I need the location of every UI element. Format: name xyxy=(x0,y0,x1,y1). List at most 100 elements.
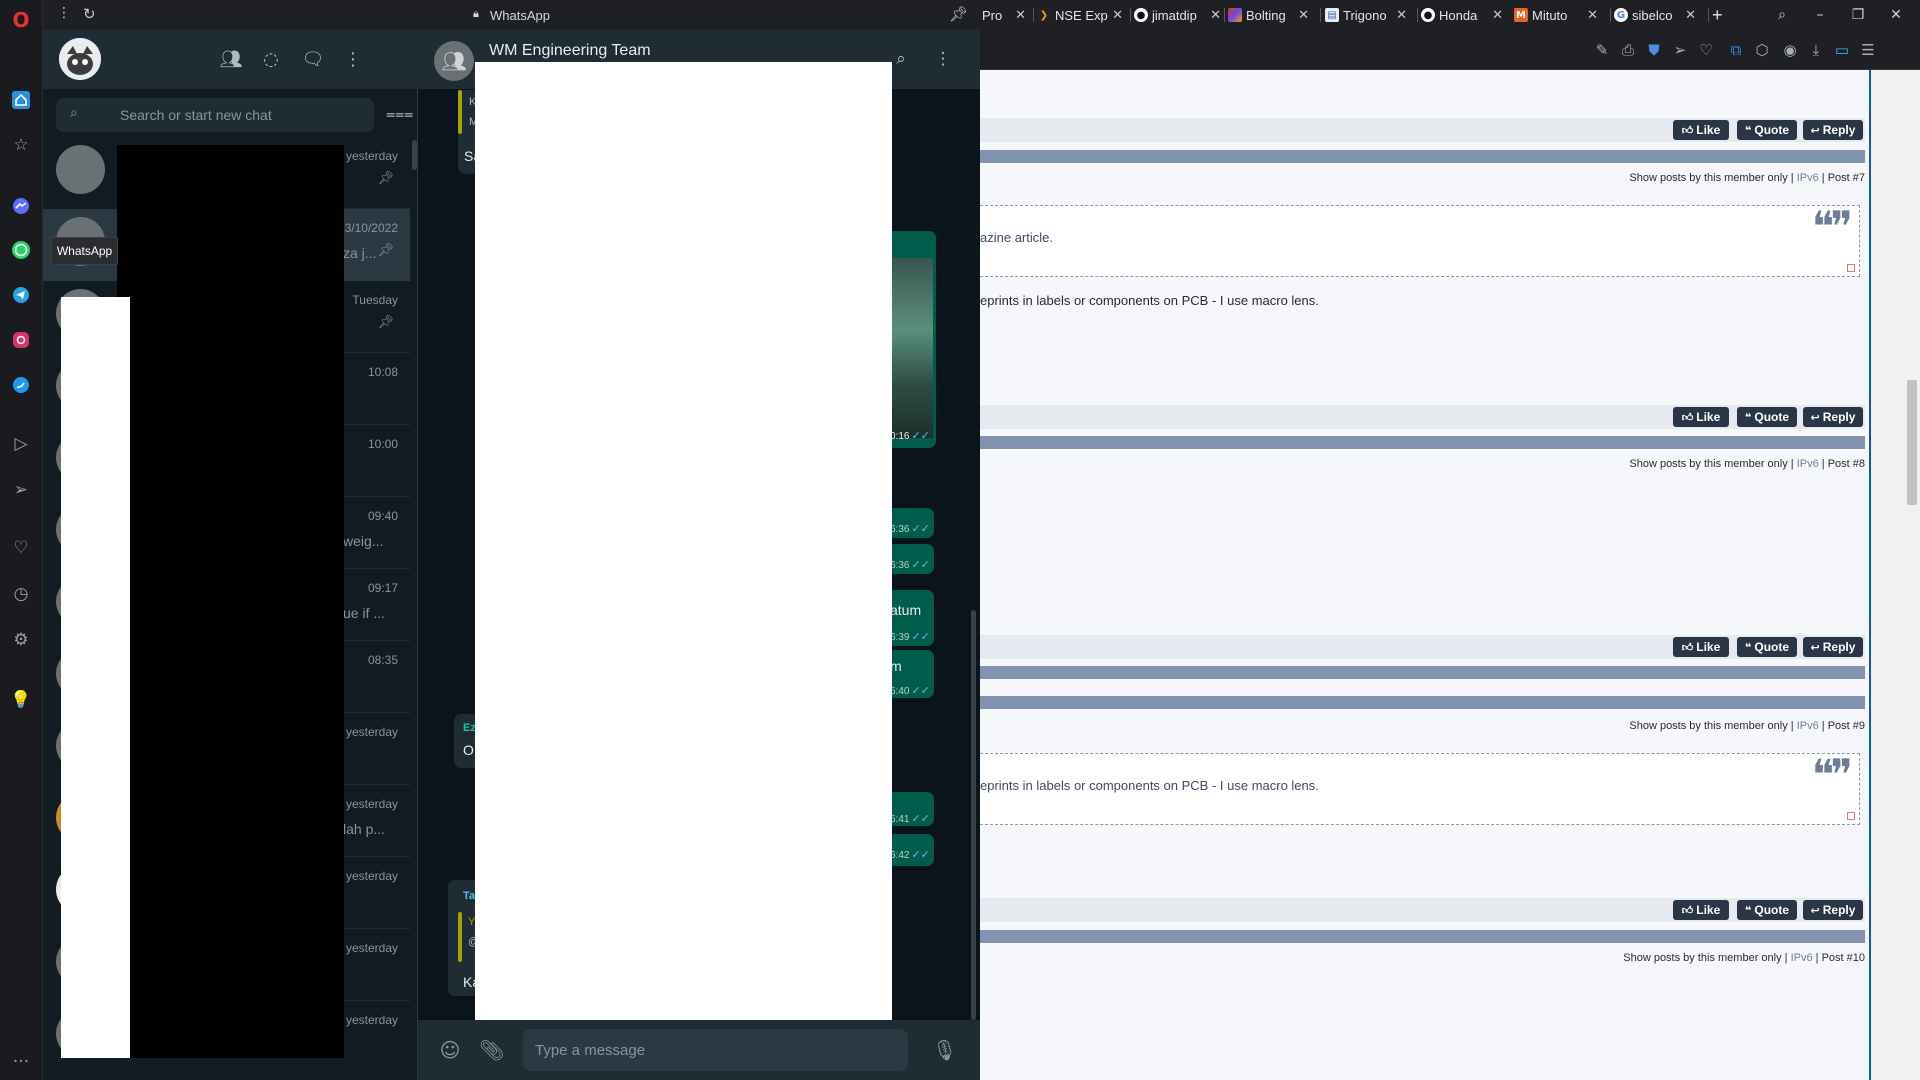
reply-button[interactable]: ↩ Reply xyxy=(1803,407,1863,427)
flow-send-icon[interactable]: ➢ xyxy=(1669,39,1691,61)
bookmarks-heart-icon[interactable]: ♡ xyxy=(9,536,33,560)
tab[interactable]: ● Honda ✕ xyxy=(1421,4,1503,26)
member-posts-link[interactable]: Show posts by this member only | xyxy=(1629,458,1793,470)
expand-quote-icon[interactable] xyxy=(1847,264,1855,272)
conversation-title[interactable]: WM Engineering Team xyxy=(489,42,651,60)
expand-quote-icon[interactable] xyxy=(1847,812,1855,820)
conversation-scrollbar[interactable] xyxy=(971,610,976,1020)
reply-button[interactable]: ↩ Reply xyxy=(1803,120,1863,140)
reply-button[interactable]: ↩ Reply xyxy=(1803,900,1863,920)
download-icon[interactable]: ⤓ xyxy=(1805,39,1827,61)
ip-link[interactable]: IPv6 xyxy=(1791,952,1813,964)
image-thumbnail[interactable] xyxy=(890,258,933,438)
minimize-icon[interactable]: – xyxy=(1808,4,1832,26)
whatsapp-tooltip: WhatsApp xyxy=(51,237,118,265)
like-button[interactable]: 👍︎ Like xyxy=(1673,120,1729,140)
quote-button[interactable]: ❝ Quote xyxy=(1737,900,1797,920)
home-icon[interactable] xyxy=(9,88,33,112)
tab[interactable]: ▤ Trigono ✕ xyxy=(1325,4,1407,26)
close-tab-icon[interactable]: ✕ xyxy=(1112,8,1123,23)
telegram-icon[interactable] xyxy=(9,283,33,307)
search-input[interactable]: Search or start new chat xyxy=(120,107,272,123)
group-avatar-icon[interactable]: 👥︎ xyxy=(434,41,474,81)
extensions-cube-icon[interactable]: ⬡ xyxy=(1751,39,1773,61)
translate-icon[interactable]: ⧉ xyxy=(1725,39,1747,61)
more-dots-icon[interactable]: ··· xyxy=(9,1050,33,1074)
twitter-icon[interactable] xyxy=(9,373,33,397)
battery-saver-icon[interactable]: ▭ xyxy=(1831,39,1853,61)
forum-scrollbar[interactable] xyxy=(1869,70,1920,1080)
quote-button[interactable]: ❝ Quote xyxy=(1737,120,1797,140)
search-icon[interactable]: ⌕ xyxy=(890,48,912,70)
ip-link[interactable]: IPv6 xyxy=(1797,172,1819,184)
history-icon[interactable]: ◷ xyxy=(9,582,33,606)
chat-search[interactable]: ⌕ Search or start new chat xyxy=(56,98,374,132)
whatsapp-icon[interactable] xyxy=(9,238,33,262)
close-tab-icon[interactable]: ✕ xyxy=(1210,8,1221,23)
member-posts-link[interactable]: Show posts by this member only | xyxy=(1629,720,1793,732)
scroll-thumb[interactable] xyxy=(1907,380,1917,505)
pin-panel-icon[interactable]: 📌︎ xyxy=(949,5,968,23)
restore-icon[interactable]: ❐ xyxy=(1846,4,1870,26)
tab[interactable]: Pro ✕ xyxy=(982,4,1026,26)
tab[interactable]: ❯ NSE Exp ✕ xyxy=(1037,4,1123,26)
status-icon[interactable]: ◌ xyxy=(259,48,283,72)
chat-time: yesterday xyxy=(345,725,398,739)
like-button[interactable]: 👍︎ Like xyxy=(1673,637,1729,657)
send-icon[interactable]: ➢ xyxy=(9,478,33,502)
github-icon: ● xyxy=(1421,8,1435,22)
tab[interactable]: Bolting ✕ xyxy=(1228,4,1309,26)
emoji-icon[interactable]: ☺ xyxy=(438,1038,462,1062)
tab[interactable]: ● jimatdip ✕ xyxy=(1134,4,1221,26)
message-input[interactable] xyxy=(523,1029,908,1071)
member-posts-link[interactable]: Show posts by this member only | xyxy=(1623,952,1787,964)
quote-label: Quote xyxy=(1754,640,1790,654)
reply-button[interactable]: ↩ Reply xyxy=(1803,637,1863,657)
reload-icon[interactable]: ↻ xyxy=(83,5,96,23)
ip-link[interactable]: IPv6 xyxy=(1797,458,1819,470)
member-posts-link[interactable]: Show posts by this member only | xyxy=(1629,172,1793,184)
edit-icon[interactable]: ✎ xyxy=(1591,39,1613,61)
quote-button[interactable]: ❝ Quote xyxy=(1737,407,1797,427)
new-chat-icon[interactable]: 🗨︎ xyxy=(301,48,325,72)
easy-setup-icon[interactable]: ☰ xyxy=(1857,39,1879,61)
player-icon[interactable]: ▷ xyxy=(9,432,33,456)
profile-icon[interactable]: ◉ xyxy=(1779,39,1801,61)
conversation-menu-icon[interactable]: ⋮ xyxy=(932,48,954,70)
close-tab-icon[interactable]: ✕ xyxy=(1396,8,1407,23)
close-tab-icon[interactable]: ✕ xyxy=(1685,8,1696,23)
chat-list-scrollbar[interactable] xyxy=(412,140,417,170)
snapshot-icon[interactable]: ⎙ xyxy=(1617,39,1639,61)
heart-icon[interactable]: ♡ xyxy=(1695,39,1717,61)
read-ticks-icon: ✓✓ xyxy=(911,630,930,643)
opera-logo-icon[interactable]: O xyxy=(9,8,33,32)
settings-gear-icon[interactable]: ⚙ xyxy=(9,628,33,652)
microphone-icon[interactable]: 🎙︎ xyxy=(932,1038,957,1062)
message-time: 6:40 ✓✓ xyxy=(890,684,930,697)
close-tab-icon[interactable]: ✕ xyxy=(1298,8,1309,23)
quote-button[interactable]: ❝ Quote xyxy=(1737,637,1797,657)
tab[interactable]: G sibelco ✕ xyxy=(1614,4,1696,26)
like-button[interactable]: 👍︎ Like xyxy=(1673,407,1729,427)
my-profile-avatar[interactable] xyxy=(59,38,101,80)
quote-icon: ❝ xyxy=(1744,410,1752,424)
close-window-icon[interactable]: ✕ xyxy=(1884,4,1908,26)
lightbulb-icon[interactable]: 💡 xyxy=(9,688,33,712)
close-tab-icon[interactable]: ✕ xyxy=(1492,8,1503,23)
tab-search-icon[interactable]: ⌕ xyxy=(1770,4,1794,26)
tab[interactable]: M Mituto ✕ xyxy=(1514,4,1598,26)
speed-dial-star-icon[interactable]: ☆ xyxy=(9,133,33,157)
attach-icon[interactable]: 📎︎ xyxy=(479,1038,504,1062)
close-tab-icon[interactable]: ✕ xyxy=(1015,8,1026,23)
adblock-shield-icon[interactable]: ⛊ xyxy=(1643,39,1665,61)
new-tab-button[interactable]: + xyxy=(1712,4,1732,26)
panel-menu-icon[interactable]: ⋮ xyxy=(57,5,71,21)
ip-link[interactable]: IPv6 xyxy=(1797,720,1819,732)
messenger-icon[interactable] xyxy=(9,194,33,218)
close-tab-icon[interactable]: ✕ xyxy=(1587,8,1598,23)
unread-filter-icon[interactable]: ⩶ xyxy=(386,104,413,124)
like-button[interactable]: 👍︎ Like xyxy=(1673,900,1729,920)
instagram-icon[interactable] xyxy=(9,328,33,352)
menu-icon[interactable]: ⋮ xyxy=(341,48,365,72)
communities-icon[interactable]: 👥︎ xyxy=(219,48,243,72)
